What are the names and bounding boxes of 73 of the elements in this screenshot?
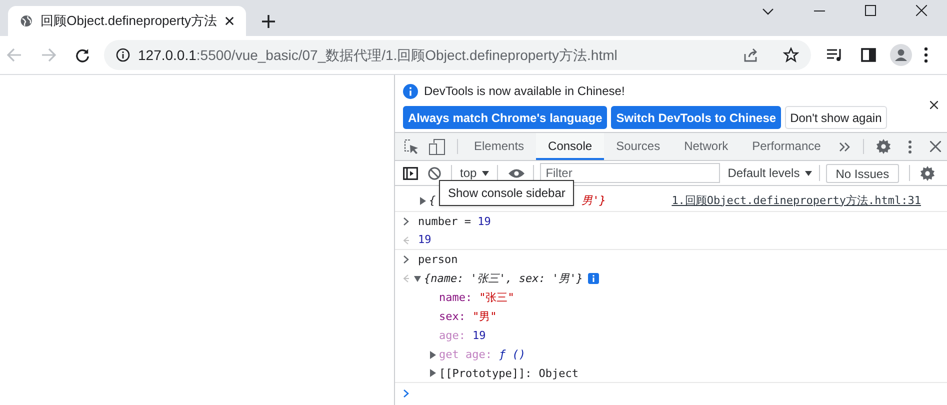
banner-button[interactable]: Switch DevTools to Chinese — [611, 106, 782, 129]
expand-triangle-icon[interactable] — [429, 350, 436, 358]
share-icon[interactable] — [743, 47, 759, 63]
property-key: age: — [439, 328, 466, 343]
property-value: "张三" — [479, 290, 514, 305]
minimize-icon[interactable] — [814, 10, 825, 12]
object-preview: {name: '张三', sex: '男'} — [424, 270, 583, 286]
property-key: sex: — [439, 309, 466, 324]
chevron-down-icon[interactable] — [762, 8, 774, 16]
property-value: Object — [538, 366, 578, 380]
info-icon[interactable] — [116, 48, 130, 62]
object-preview: { — [429, 192, 436, 208]
devtools-tab[interactable]: Network — [672, 133, 740, 160]
object-preview: 男'} — [582, 192, 606, 208]
property-value: 19 — [472, 328, 486, 343]
profile-avatar-icon[interactable] — [890, 44, 912, 66]
input-chevron-icon — [403, 217, 409, 226]
banner-button[interactable]: Always match Chrome's language — [403, 106, 608, 129]
collapse-triangle-icon[interactable] — [414, 274, 421, 282]
input-chevron-icon — [403, 255, 409, 264]
address-bar[interactable]: 127.0.0.1:5500/vue_basic/07_数据代理/1.回顾Object.defineproperty方法.html — [104, 40, 811, 70]
maximize-icon[interactable] — [865, 5, 876, 16]
devtools-tab[interactable]: Performance — [740, 133, 833, 160]
issues-button[interactable]: No Issues — [826, 164, 900, 182]
eye-icon[interactable] — [508, 168, 525, 178]
banner-message: DevTools is now available in Chinese! — [424, 83, 625, 100]
sidebar-toggle-icon[interactable] — [403, 166, 418, 180]
inspect-icon[interactable] — [404, 139, 419, 154]
property-value: "男" — [472, 309, 497, 324]
globe-icon — [20, 14, 33, 28]
source-link[interactable]: 1.回顾Object.defineproperty方法.html:31 — [672, 192, 921, 208]
tab-title: 回顾Object.defineproperty方法 — [40, 12, 217, 30]
command-text: person — [418, 252, 458, 268]
caret-icon — [482, 170, 489, 176]
expand-triangle-icon[interactable] — [429, 369, 436, 377]
close-icon[interactable] — [916, 5, 927, 16]
context-dropdown[interactable]: top — [460, 164, 489, 182]
result-arrow-icon — [403, 274, 409, 283]
more-options-icon[interactable] — [908, 140, 912, 154]
caret-icon — [804, 170, 812, 176]
property-value: ƒ () — [498, 347, 526, 362]
reload-icon[interactable] — [75, 48, 90, 62]
new-tab-icon[interactable] — [262, 15, 275, 28]
log-levels-dropdown[interactable]: Default levels — [728, 164, 812, 182]
devtools-tab[interactable]: Elements — [462, 133, 536, 160]
close-icon[interactable] — [224, 16, 234, 26]
info-icon — [403, 84, 418, 98]
property-key: name: — [439, 290, 472, 305]
device-toggle-icon[interactable] — [429, 138, 445, 154]
property-key: get age: — [439, 347, 492, 362]
more-icon[interactable] — [924, 47, 928, 63]
settings-icon[interactable] — [876, 139, 891, 154]
expand-triangle-icon[interactable] — [419, 196, 426, 204]
url-text: 127.0.0.1:5500/vue_basic/07_数据代理/1.回顾Object.defineproperty方法.html — [138, 46, 618, 65]
settings-icon[interactable] — [920, 166, 936, 180]
property-key: [[Prototype]]: — [439, 366, 532, 380]
side-panel-icon[interactable] — [861, 48, 876, 62]
number-value: 19 — [478, 214, 491, 230]
dismiss-button[interactable]: Don't show again — [785, 106, 887, 129]
star-icon[interactable] — [783, 47, 799, 63]
devtools-tab[interactable]: Console — [536, 133, 604, 160]
prompt-chevron-icon — [403, 388, 409, 398]
chevrons-icon[interactable] — [838, 142, 851, 152]
media-queue-icon[interactable] — [827, 48, 843, 62]
command-text: number = — [418, 214, 472, 230]
browser-tab[interactable]: 回顾Object.defineproperty方法 — [8, 6, 246, 36]
clear-console-icon[interactable] — [428, 166, 441, 180]
close-icon[interactable] — [930, 101, 938, 109]
tooltip: Show console sidebar — [439, 180, 574, 206]
devtools-tab[interactable]: Sources — [604, 133, 672, 160]
result-arrow-icon — [403, 236, 409, 244]
number-value: 19 — [418, 232, 432, 248]
filter-field[interactable]: Filter — [540, 163, 720, 183]
